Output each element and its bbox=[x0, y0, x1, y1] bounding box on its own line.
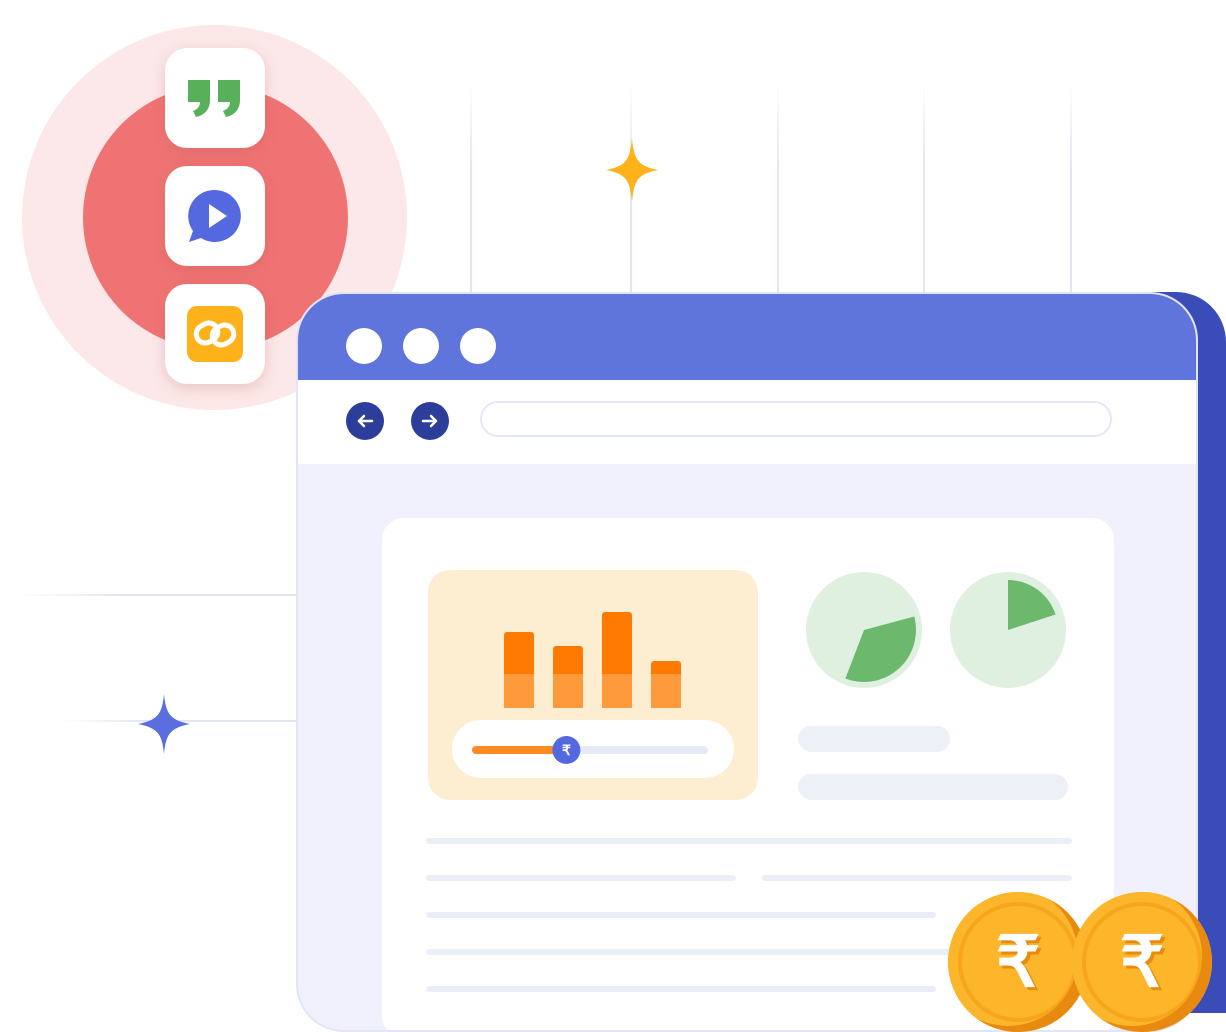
title-bar bbox=[298, 294, 1196, 380]
sparkle-icon bbox=[138, 694, 190, 754]
text-line bbox=[426, 838, 1072, 844]
guide-line bbox=[20, 594, 298, 596]
text-line bbox=[426, 949, 986, 955]
bar-base bbox=[504, 674, 534, 708]
guide-line bbox=[777, 80, 779, 300]
coin-face: ₹ bbox=[1086, 906, 1198, 1018]
slider-control[interactable]: ₹ bbox=[472, 736, 716, 764]
guide-line bbox=[1070, 80, 1072, 300]
slider[interactable]: ₹ bbox=[452, 720, 734, 778]
rupee-icon: ₹ bbox=[1119, 923, 1165, 1001]
bar-base bbox=[553, 674, 583, 708]
rupee-icon: ₹ bbox=[562, 742, 571, 758]
bar-base bbox=[651, 674, 681, 708]
link-icon bbox=[187, 306, 243, 362]
text-line bbox=[762, 875, 1072, 881]
text-line bbox=[426, 986, 936, 992]
address-input[interactable] bbox=[482, 403, 1110, 435]
forward-button[interactable] bbox=[411, 402, 449, 440]
quote-icon bbox=[188, 80, 240, 117]
arrow-right-icon bbox=[421, 414, 438, 428]
coin: ₹ bbox=[948, 892, 1088, 1032]
bar-chart bbox=[504, 612, 681, 708]
chat-play-icon bbox=[188, 189, 241, 242]
chart-card: ₹ bbox=[428, 570, 758, 800]
window-dot[interactable] bbox=[403, 328, 439, 364]
window-dot[interactable] bbox=[460, 328, 496, 364]
quote-tile[interactable] bbox=[165, 48, 265, 148]
nav-bar bbox=[298, 380, 1196, 464]
address-bar[interactable] bbox=[480, 401, 1112, 437]
guide-line bbox=[470, 80, 472, 300]
coin: ₹ bbox=[1072, 892, 1212, 1032]
coin-face: ₹ bbox=[962, 906, 1074, 1018]
pie-chart bbox=[950, 572, 1066, 688]
link-tile[interactable] bbox=[165, 284, 265, 384]
arrow-left-icon bbox=[357, 414, 374, 428]
text-line bbox=[426, 912, 936, 918]
rupee-icon: ₹ bbox=[995, 923, 1041, 1001]
window-dot[interactable] bbox=[346, 328, 382, 364]
guide-line bbox=[923, 80, 925, 300]
sparkle-icon bbox=[606, 138, 658, 202]
chat-play-tile[interactable] bbox=[165, 166, 265, 266]
skeleton-line bbox=[798, 726, 950, 752]
pie-chart bbox=[806, 572, 922, 688]
slider-fill bbox=[472, 746, 567, 754]
skeleton-line bbox=[798, 774, 1068, 800]
back-button[interactable] bbox=[346, 402, 384, 440]
bar-base bbox=[602, 674, 632, 708]
text-line bbox=[426, 875, 736, 881]
